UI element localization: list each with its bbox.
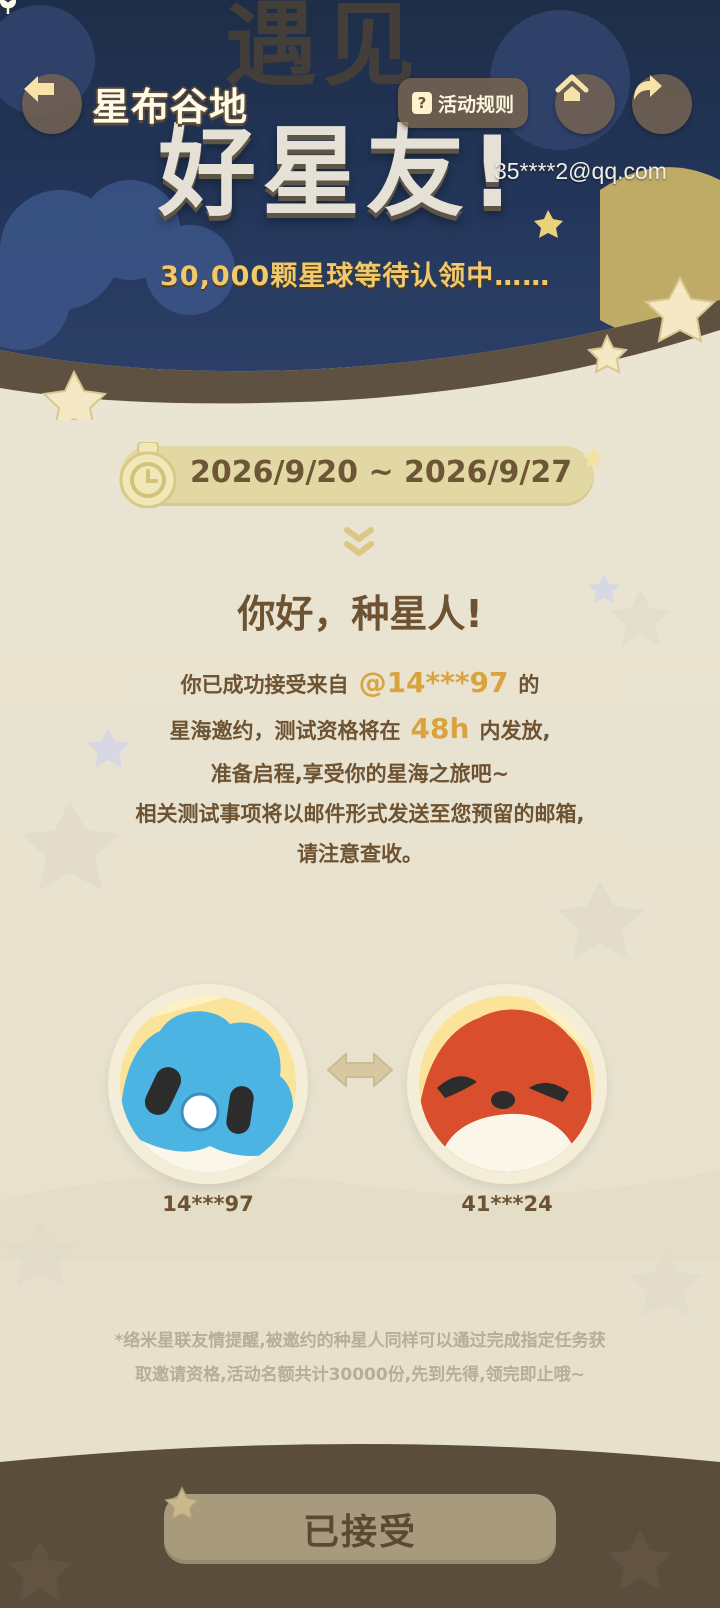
inviter-username: 14***97 bbox=[162, 1192, 254, 1216]
grant-hours: 48h bbox=[410, 712, 470, 745]
event-date-range: 2026/9/20 ~ 2026/9/27 bbox=[190, 455, 573, 490]
inviter-handle: @14***97 bbox=[358, 666, 509, 699]
share-button[interactable] bbox=[632, 74, 692, 134]
red-panda-icon bbox=[419, 996, 595, 1172]
question-icon: ? bbox=[412, 92, 432, 114]
clock-icon bbox=[119, 442, 177, 508]
user-email: 35****2@qq.com bbox=[494, 158, 667, 184]
greeting-line-1: 你已成功接受来自 @14***97 的 bbox=[0, 666, 720, 699]
note-line-2: 取邀请资格,活动名额共计30000份,先到先得,领完即止哦~ bbox=[135, 1365, 585, 1385]
home-icon bbox=[555, 74, 589, 101]
hero-subtitle: 30,000颗星球等待认领中…… bbox=[160, 261, 551, 292]
greeting-line1-pre: 你已成功接受来自 bbox=[180, 673, 349, 697]
app-logo: 星布谷地 bbox=[92, 85, 249, 129]
sprout-icon bbox=[0, 0, 16, 14]
page: 遇见 好星友! 30,000颗星球等待认领中…… 星布谷地 ? 活动规则 35*… bbox=[0, 0, 720, 1608]
star-sparkle-icon bbox=[583, 447, 603, 467]
note-line-1: *络米星联友情提醒,被邀约的种星人同样可以通过完成指定任务获 bbox=[114, 1331, 606, 1351]
back-button[interactable] bbox=[22, 74, 82, 134]
blue-creature-icon bbox=[120, 996, 296, 1172]
greeting-line-5: 请注意查收。 bbox=[297, 842, 423, 866]
hero-banner: 遇见 好星友! 30,000颗星球等待认领中…… 星布谷地 ? 活动规则 35*… bbox=[0, 0, 720, 420]
invitee-username: 41***24 bbox=[461, 1192, 553, 1216]
share-arrow-icon bbox=[634, 75, 662, 100]
greeting-line2-post: 内发放, bbox=[479, 719, 551, 743]
greeting-line-2: 星海邀约，测试资格将在 48h 内发放, bbox=[0, 712, 720, 745]
greeting-line2-pre: 星海邀约，测试资格将在 bbox=[169, 719, 401, 743]
avatar-image bbox=[419, 996, 595, 1172]
invitee-avatar bbox=[407, 984, 607, 1184]
accepted-button[interactable]: 已接受 bbox=[164, 1494, 556, 1564]
rules-label: 活动规则 bbox=[438, 93, 515, 116]
avatar-image bbox=[120, 996, 296, 1172]
inviter-avatar bbox=[108, 984, 308, 1184]
swap-arrows-icon bbox=[327, 1053, 393, 1087]
greeting-title: 你好，种星人! bbox=[237, 592, 483, 636]
greeting-line-4: 相关测试事项将以邮件形式发送至您预留的邮箱, bbox=[135, 802, 585, 826]
star-icon bbox=[164, 1486, 200, 1521]
chevron-down-icon bbox=[344, 527, 374, 556]
hero-title-line2: 好星友! bbox=[158, 116, 521, 230]
hero-title-line1: 遇见 bbox=[225, 0, 422, 99]
reminder-note: *络米星联友情提醒,被邀约的种星人同样可以通过完成指定任务获 取邀请资格,活动名… bbox=[60, 1324, 660, 1392]
rules-button[interactable]: ? 活动规则 bbox=[398, 78, 529, 128]
greeting-line-3: 准备启程,享受你的星海之旅吧~ bbox=[210, 762, 510, 786]
greeting-line1-post: 的 bbox=[518, 673, 540, 697]
arrow-left-icon bbox=[24, 76, 54, 102]
home-button[interactable] bbox=[555, 74, 615, 134]
